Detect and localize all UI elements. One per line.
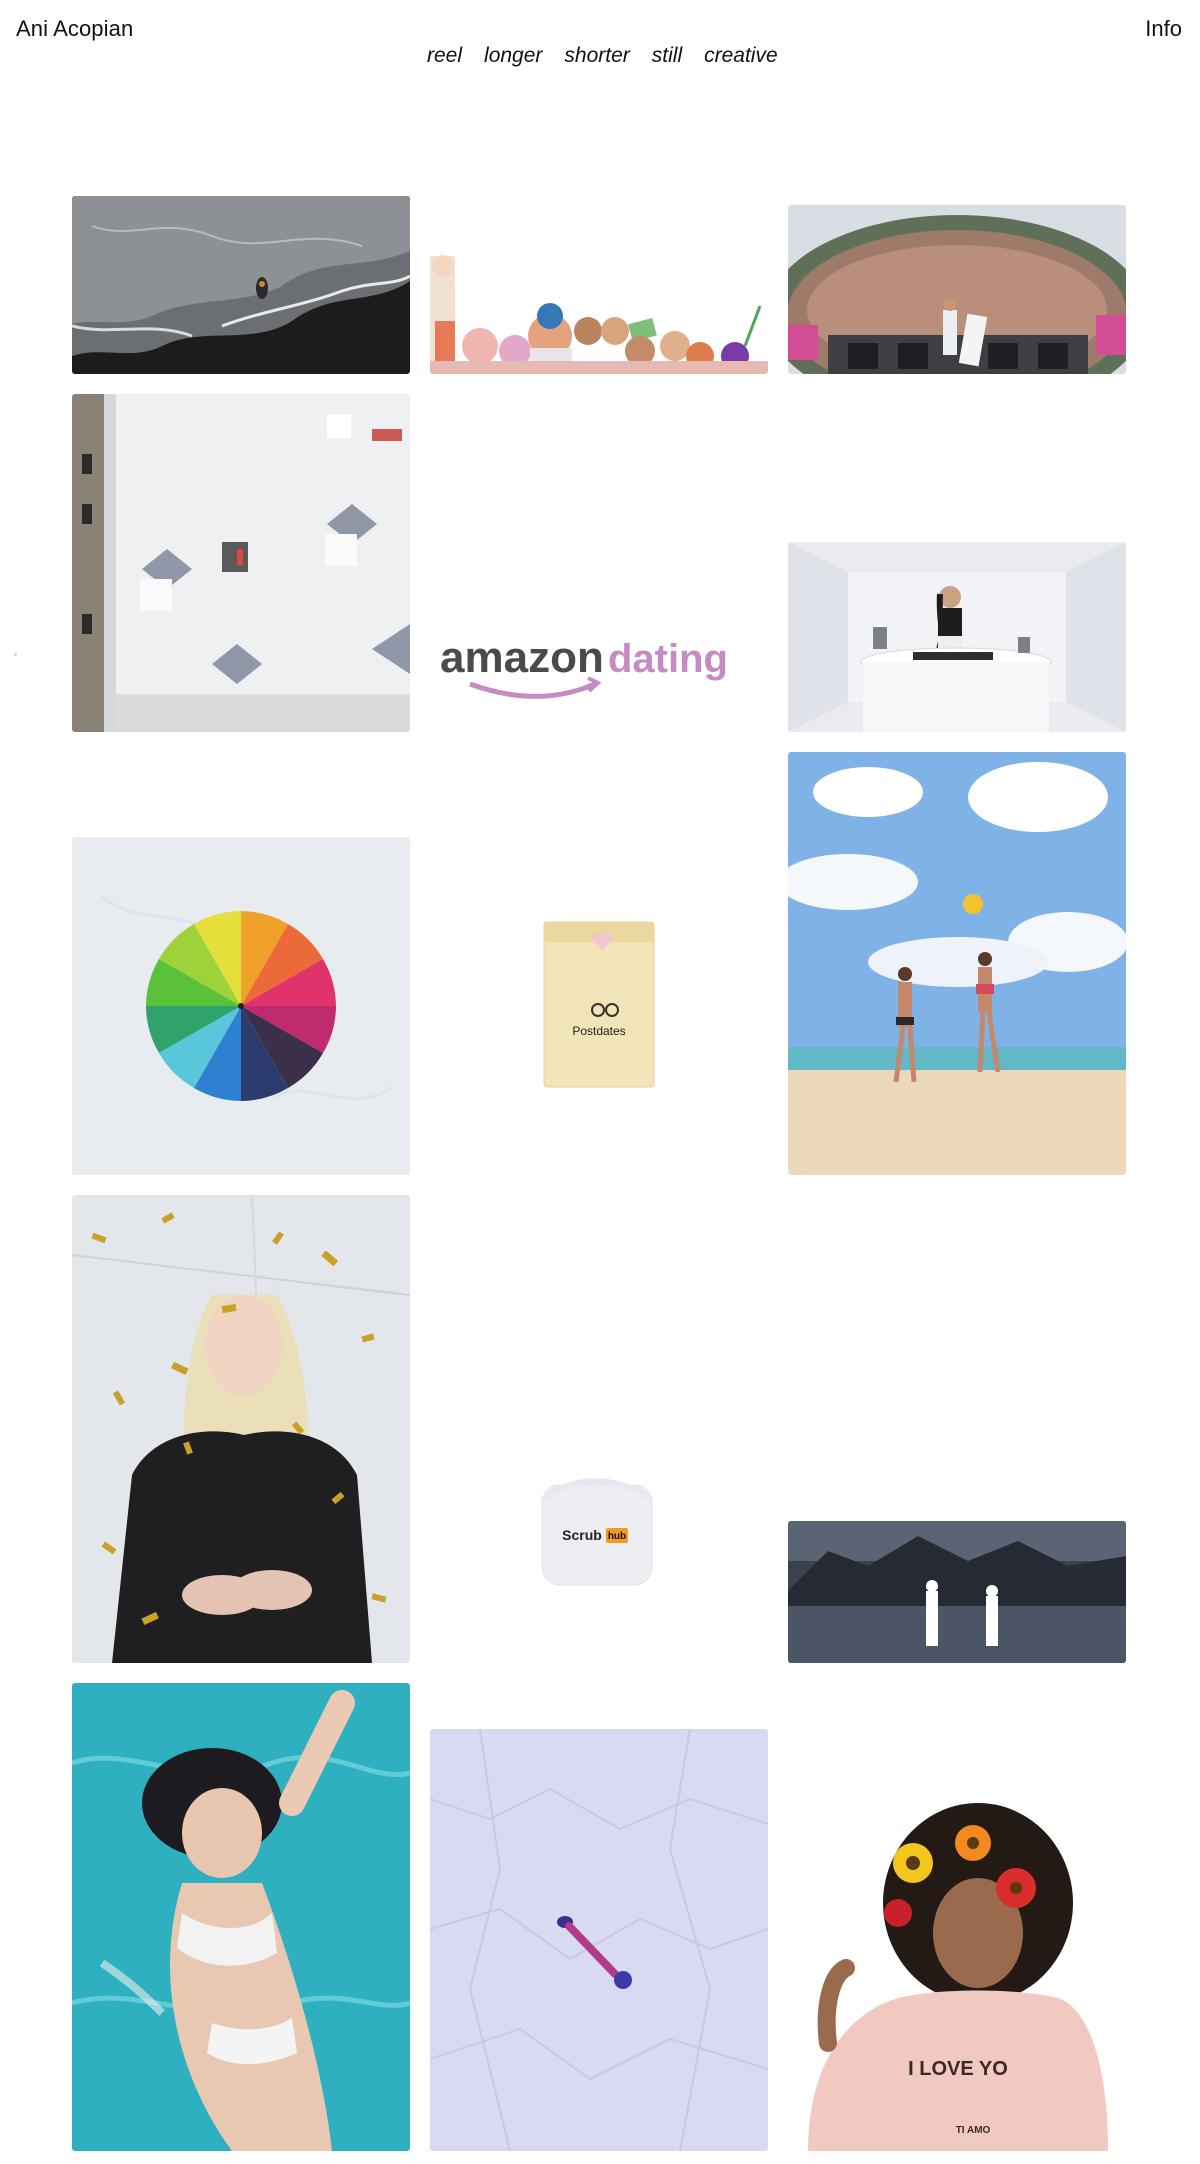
nav-item-creative[interactable]: creative (704, 44, 778, 68)
project-tile-dj-white-room[interactable] (788, 542, 1126, 732)
project-tile-ocean-shore[interactable] (72, 196, 410, 374)
mountain-glow-thumbnail (788, 1521, 1126, 1663)
rainbow-umbrella-thumbnail (72, 837, 410, 1175)
aerial-rooftop-thumbnail (72, 394, 410, 732)
scrubhub-bag-thumbnail: Scrub hub (430, 1195, 768, 1663)
postdates-label: Postdates (572, 1024, 625, 1038)
dj-white-room-thumbnail (788, 542, 1126, 732)
confetti-portrait-thumbnail (72, 1195, 410, 1663)
hoodie-text: I LOVE YO (908, 2058, 1008, 2080)
postdates-bag-thumbnail: Postdates (430, 837, 768, 1175)
ocean-shore-thumbnail (72, 196, 410, 374)
flower-hair-thumbnail: I LOVE YO TI AMO (788, 1683, 1126, 2151)
nav-item-shorter[interactable]: shorter (564, 44, 629, 68)
crowd-illustration-thumbnail (430, 196, 768, 374)
project-tile-amazon-dating[interactable]: amazon dating (430, 394, 768, 732)
project-tile-crowd-illustration[interactable] (430, 196, 768, 374)
snow-figure-thumbnail (430, 1729, 768, 2151)
festival-stage-thumbnail (788, 205, 1126, 374)
amazon-dating-thumbnail: amazon dating (430, 394, 768, 732)
hoodie-small-text: TI AMO (956, 2125, 991, 2136)
nav-item-longer[interactable]: longer (484, 44, 542, 68)
nav-item-still[interactable]: still (652, 44, 682, 68)
project-tile-flower-hair[interactable]: I LOVE YO TI AMO (788, 1683, 1126, 2151)
project-tile-postdates-bag[interactable]: Postdates (430, 837, 768, 1175)
scrub-badge: hub (608, 1531, 626, 1542)
beach-volleyball-thumbnail (788, 752, 1126, 1175)
project-tile-festival-stage[interactable] (788, 205, 1126, 374)
project-tile-snow-figure[interactable] (430, 1729, 768, 2151)
underwater-swimmer-thumbnail (72, 1683, 410, 2151)
project-tile-scrubhub-bag[interactable]: Scrub hub (430, 1195, 768, 1663)
project-tile-aerial-rooftop[interactable] (72, 394, 410, 732)
project-tile-mountain-glow[interactable] (788, 1521, 1126, 1663)
project-tile-confetti-portrait[interactable] (72, 1195, 410, 1663)
main-nav: reel longer shorter still creative (427, 44, 778, 68)
info-link[interactable]: Info (1145, 16, 1182, 42)
site-title[interactable]: Ani Acopian (16, 16, 133, 42)
amazon-word: amazon (440, 633, 604, 682)
scrub-label: Scrub (562, 1527, 602, 1543)
project-tile-underwater-swimmer[interactable] (72, 1683, 410, 2151)
decorative-dot (14, 653, 17, 656)
project-tile-rainbow-umbrella[interactable] (72, 837, 410, 1175)
project-tile-beach-volleyball[interactable] (788, 752, 1126, 1175)
dating-word: dating (608, 637, 728, 681)
nav-item-reel[interactable]: reel (427, 44, 462, 68)
